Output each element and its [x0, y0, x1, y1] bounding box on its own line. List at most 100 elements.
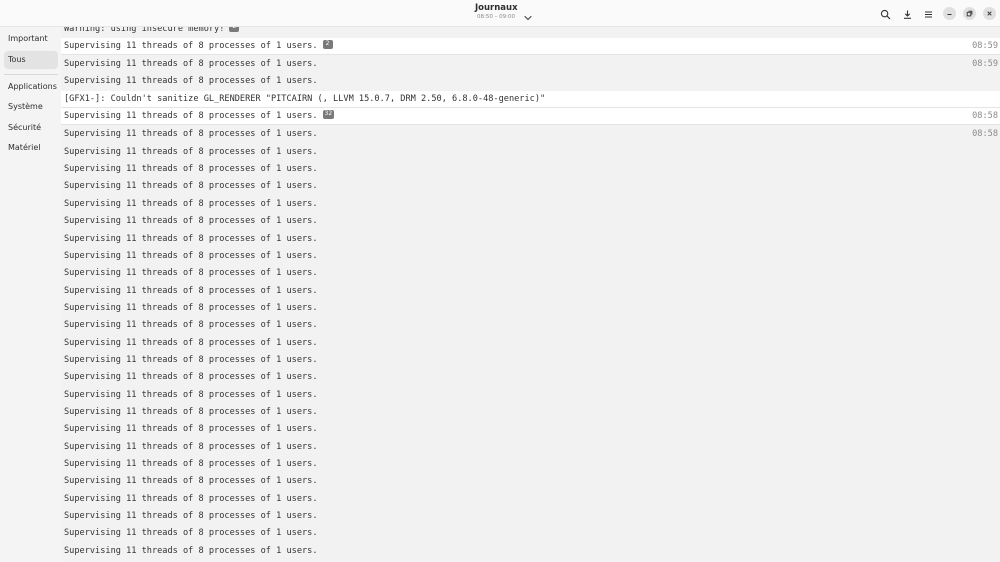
log-message: Supervising 11 threads of 8 processes of… — [64, 352, 318, 369]
log-message-text: Supervising 11 threads of 8 processes of… — [64, 234, 318, 244]
log-row[interactable]: Supervising 11 threads of 8 processes of… — [61, 404, 1000, 421]
log-row[interactable]: Supervising 11 threads of 8 processes of… — [61, 473, 1000, 490]
log-row[interactable]: Supervising 11 threads of 8 processes of… — [61, 335, 1000, 352]
log-message: Supervising 11 threads of 8 processes of… — [64, 439, 318, 456]
log-message-text: Supervising 11 threads of 8 processes of… — [64, 147, 318, 157]
log-message: Supervising 11 threads of 8 processes of… — [64, 248, 318, 265]
sidebar-item-systeme[interactable]: Système — [4, 98, 58, 116]
log-row[interactable]: Supervising 11 threads of 8 processes of… — [61, 421, 1000, 438]
log-message-text: Supervising 11 threads of 8 processes of… — [64, 129, 318, 139]
log-message-text: Supervising 11 threads of 8 processes of… — [64, 199, 318, 209]
chevron-down-icon[interactable] — [523, 8, 533, 21]
log-row[interactable]: Supervising 11 threads of 8 processes of… — [61, 300, 1000, 317]
log-message: Supervising 11 threads of 8 processes of… — [64, 56, 318, 73]
log-message: Supervising 11 threads of 8 processes of… — [64, 144, 318, 161]
log-row[interactable]: Supervising 11 threads of 8 processes of… — [61, 369, 1000, 386]
log-message: Supervising 11 threads of 8 processes of… — [64, 421, 318, 438]
log-message-text: Warning: using insecure memory! — [64, 27, 225, 34]
log-message: Supervising 11 threads of 8 processes of… — [64, 491, 318, 508]
log-row[interactable]: Supervising 11 threads of 8 processes of… — [61, 231, 1000, 248]
log-message: Supervising 11 threads of 8 processes of… — [64, 283, 318, 300]
log-message-text: Supervising 11 threads of 8 processes of… — [64, 424, 318, 434]
log-row[interactable]: Supervising 11 threads of 8 processes of… — [61, 317, 1000, 334]
sidebar: Important Tous Applications Système Sécu… — [0, 27, 61, 562]
sidebar-item-label: Sécurité — [8, 123, 42, 132]
log-row[interactable]: Supervising 11 threads of 8 processes of… — [61, 38, 1000, 56]
sidebar-item-applications[interactable]: Applications — [4, 78, 58, 96]
log-message: Supervising 11 threads of 8 processes of… — [64, 196, 318, 213]
log-row[interactable]: Supervising 11 threads of 8 processes of… — [61, 439, 1000, 456]
log-message-text: Supervising 11 threads of 8 processes of… — [64, 511, 318, 521]
sidebar-item-important[interactable]: Important — [4, 30, 58, 48]
repeat-count-badge: 32 — [322, 110, 335, 119]
log-message: Supervising 11 threads of 8 processes of… — [64, 231, 318, 248]
log-message-text: Supervising 11 threads of 8 processes of… — [64, 59, 318, 69]
log-row[interactable]: Supervising 11 threads of 8 processes of… — [61, 178, 1000, 195]
sidebar-item-securite[interactable]: Sécurité — [4, 119, 58, 137]
log-row[interactable]: Supervising 11 threads of 8 processes of… — [61, 56, 1000, 73]
log-message-text: Supervising 11 threads of 8 processes of… — [64, 442, 318, 452]
minimize-button[interactable] — [943, 7, 956, 20]
restore-icon — [966, 10, 973, 17]
log-row[interactable]: Supervising 11 threads of 8 processes of… — [61, 213, 1000, 230]
log-message-text: Supervising 11 threads of 8 processes of… — [64, 355, 318, 365]
log-message: [GFX1-]: Couldn't sanitize GL_RENDERER "… — [64, 91, 545, 108]
log-timestamp: 08:58 — [972, 129, 998, 139]
close-button[interactable] — [983, 7, 996, 20]
sidebar-item-tous[interactable]: Tous — [4, 51, 58, 69]
log-message: Supervising 11 threads of 8 processes of… — [64, 508, 318, 525]
log-row[interactable]: Supervising 11 threads of 8 processes of… — [61, 265, 1000, 282]
close-icon — [987, 11, 992, 16]
log-row[interactable]: Supervising 11 threads of 8 processes of… — [61, 126, 1000, 143]
log-message-text: Supervising 11 threads of 8 processes of… — [64, 320, 318, 330]
log-row[interactable]: Supervising 11 threads of 8 processes of… — [61, 525, 1000, 542]
log-message-text: Supervising 11 threads of 8 processes of… — [64, 476, 318, 486]
time-range-subtitle: 08:50 – 09:00 — [477, 14, 515, 20]
menu-icon[interactable] — [922, 8, 934, 20]
log-message: Supervising 11 threads of 8 processes of… — [64, 213, 318, 230]
sidebar-item-label: Applications — [8, 82, 57, 91]
log-message-text: Supervising 11 threads of 8 processes of… — [64, 164, 318, 174]
log-row[interactable]: Supervising 11 threads of 8 processes of… — [61, 73, 1000, 90]
log-row[interactable]: Supervising 11 threads of 8 processes of… — [61, 456, 1000, 473]
log-message-text: Supervising 11 threads of 8 processes of… — [64, 111, 318, 121]
log-message-text: [GFX1-]: Couldn't sanitize GL_RENDERER "… — [64, 94, 546, 104]
log-message-text: Supervising 11 threads of 8 processes of… — [64, 546, 318, 556]
log-list[interactable]: Warning: using insecure memory! 2 Supervis… — [61, 27, 1000, 562]
repeat-count-badge: 2 — [322, 40, 333, 49]
log-row[interactable]: Supervising 11 threads of 8 processes of… — [61, 248, 1000, 265]
log-row[interactable]: Supervising 11 threads of 8 processes of… — [61, 196, 1000, 213]
sidebar-item-label: Important — [8, 34, 48, 43]
log-row[interactable]: Supervising 11 threads of 8 processes of… — [61, 352, 1000, 369]
log-row[interactable]: Supervising 11 threads of 8 processes of… — [61, 543, 1000, 560]
log-message-text: Supervising 11 threads of 8 processes of… — [64, 251, 318, 261]
log-message: Supervising 11 threads of 8 processes of… — [64, 335, 318, 352]
log-row[interactable]: Supervising 11 threads of 8 processes of… — [61, 387, 1000, 404]
log-row[interactable]: Warning: using insecure memory! 2 — [61, 27, 1000, 38]
log-message: Supervising 11 threads of 8 processes of… — [64, 38, 333, 55]
export-icon[interactable] — [901, 8, 913, 20]
log-row[interactable]: Supervising 11 threads of 8 processes of… — [61, 161, 1000, 178]
log-message-text: Supervising 11 threads of 8 processes of… — [64, 459, 318, 469]
log-message-text: Supervising 11 threads of 8 processes of… — [64, 407, 318, 417]
log-row[interactable]: Supervising 11 threads of 8 processes of… — [61, 283, 1000, 300]
log-row[interactable]: Supervising 11 threads of 8 processes of… — [61, 108, 1000, 126]
log-message-text: Supervising 11 threads of 8 processes of… — [64, 494, 318, 504]
title-area[interactable]: Journaux 08:50 – 09:00 — [475, 3, 518, 21]
log-row[interactable]: Supervising 11 threads of 8 processes of… — [61, 144, 1000, 161]
restore-button[interactable] — [963, 7, 976, 20]
log-message: Supervising 11 threads of 8 processes of… — [64, 473, 318, 490]
log-row[interactable]: Supervising 11 threads of 8 processes of… — [61, 508, 1000, 525]
search-icon[interactable] — [879, 8, 891, 20]
log-message: Supervising 11 threads of 8 processes of… — [64, 108, 335, 125]
log-message: Supervising 11 threads of 8 processes of… — [64, 404, 318, 421]
sidebar-item-label: Tous — [8, 55, 26, 64]
log-message-text: Supervising 11 threads of 8 processes of… — [64, 76, 318, 86]
log-message: Supervising 11 threads of 8 processes of… — [64, 525, 318, 542]
sidebar-item-materiel[interactable]: Matériel — [4, 139, 58, 157]
log-row[interactable]: [GFX1-]: Couldn't sanitize GL_RENDERER "… — [61, 91, 1000, 109]
log-row[interactable]: Supervising 11 threads of 8 processes of… — [61, 491, 1000, 508]
header-bar: Journaux 08:50 – 09:00 — [0, 0, 1000, 27]
log-message: Supervising 11 threads of 8 processes of… — [64, 369, 318, 386]
log-message-text: Supervising 11 threads of 8 processes of… — [64, 41, 318, 51]
